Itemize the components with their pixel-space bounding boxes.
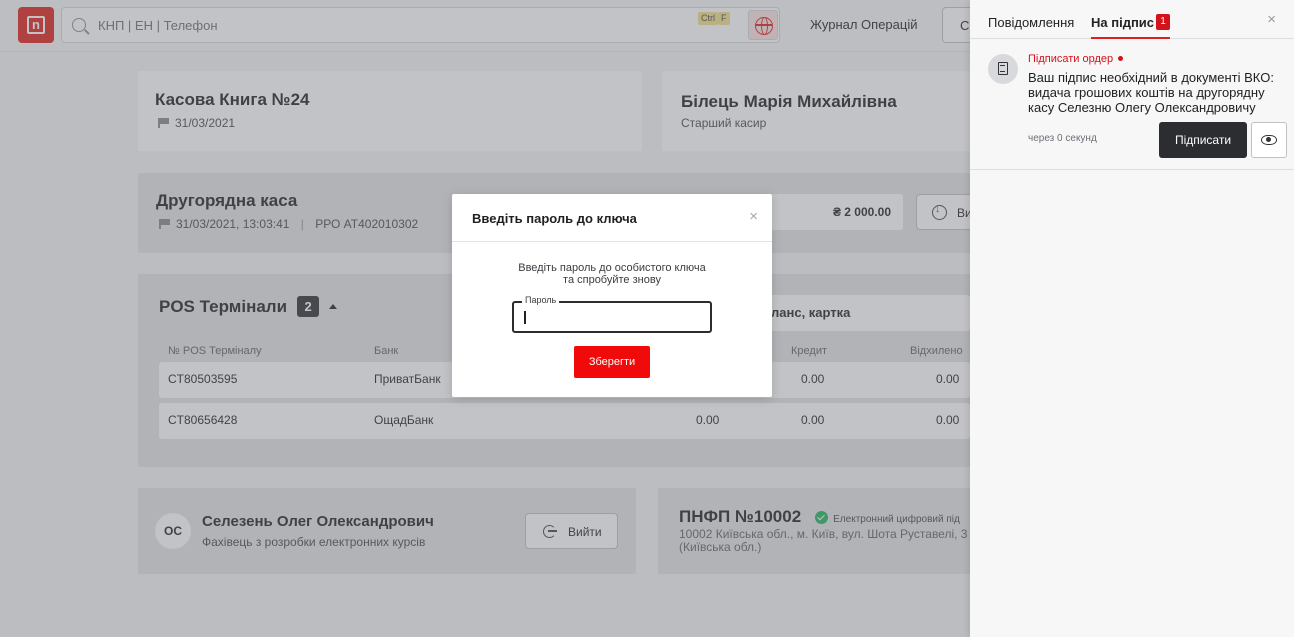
document-icon <box>998 62 1008 75</box>
close-icon[interactable]: × <box>749 208 758 225</box>
document-icon-circle <box>988 54 1018 84</box>
eye-icon <box>1261 135 1277 145</box>
password-dialog: Введіть пароль до ключа × Введіть пароль… <box>452 194 772 397</box>
notifications-panel: Повідомлення На підпис 1 × Підписати орд… <box>970 0 1294 637</box>
dialog-header: Введіть пароль до ключа × <box>452 194 772 242</box>
panel-tabs: Повідомлення На підпис 1 × <box>970 0 1294 39</box>
notification-time: через 0 секунд <box>1028 133 1097 144</box>
sign-button[interactable]: Підписати <box>1159 122 1247 158</box>
password-label: Пароль <box>522 295 560 305</box>
password-field[interactable]: Пароль <box>512 295 712 333</box>
notification-type-label: Підписати ордер <box>1028 53 1114 65</box>
preview-button[interactable] <box>1251 122 1287 158</box>
tab-messages[interactable]: Повідомлення <box>988 15 1074 30</box>
unread-dot <box>1118 56 1124 61</box>
dialog-message: Введіть пароль до особистого ключа та сп… <box>452 262 772 286</box>
text-cursor <box>524 311 526 324</box>
dialog-message-line1: Введіть пароль до особистого ключа <box>518 262 706 274</box>
notification-text: Ваш підпис необхідний в документі ВКО: в… <box>1028 70 1274 115</box>
close-icon[interactable]: × <box>1267 11 1276 28</box>
notification-type: Підписати ордер <box>1028 53 1124 65</box>
dialog-title: Введіть пароль до ключа <box>472 211 637 226</box>
to-sign-count-badge: 1 <box>1156 14 1170 30</box>
notification-item: Підписати ордер Ваш підпис необхідний в … <box>970 40 1294 170</box>
dialog-message-line2: та спробуйте знову <box>563 274 661 286</box>
save-button[interactable]: Зберегти <box>574 346 650 378</box>
tab-to-sign[interactable]: На підпис <box>1091 15 1154 30</box>
active-tab-indicator <box>1091 37 1170 39</box>
